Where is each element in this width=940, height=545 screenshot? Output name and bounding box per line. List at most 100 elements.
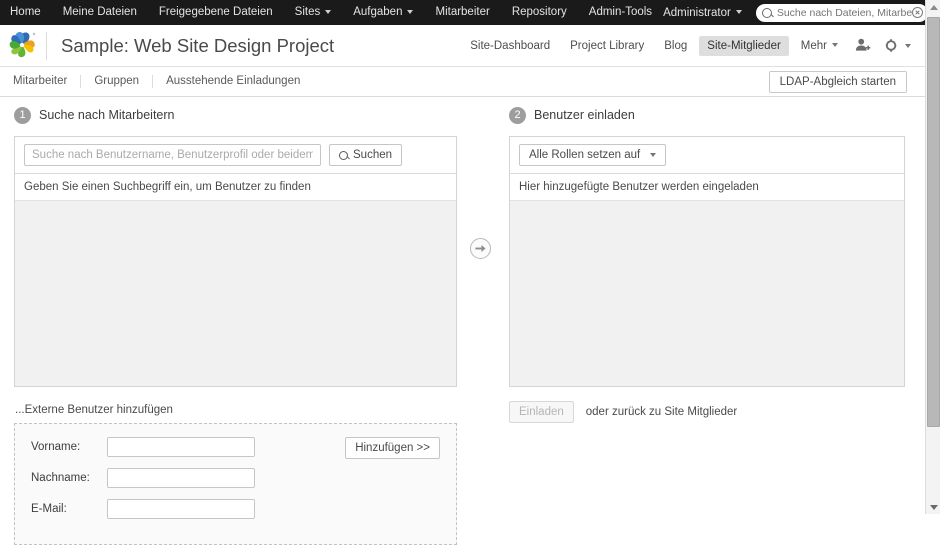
- members-subtab-bar: Mitarbeiter Gruppen Ausstehende Einladun…: [0, 67, 925, 97]
- nav-item-aufgaben[interactable]: Aufgaben: [342, 0, 424, 25]
- nav-item-meine-dateien[interactable]: Meine Dateien: [52, 0, 148, 25]
- external-firstname-input[interactable]: [107, 437, 255, 457]
- global-search-box[interactable]: [756, 4, 928, 22]
- people-search-button[interactable]: Suchen: [329, 144, 402, 166]
- people-search-button-label: Suchen: [353, 149, 392, 161]
- external-firstname-row: Vorname:: [31, 437, 330, 457]
- gear-icon[interactable]: [877, 37, 917, 54]
- banner-divider: [46, 32, 47, 60]
- step2-column: 2 Benutzer einladen Alle Rollen setzen a…: [509, 101, 905, 423]
- external-email-input[interactable]: [107, 499, 255, 519]
- external-users-fields: Vorname: Nachname: E-Mail:: [31, 437, 330, 530]
- nav-item-mitarbeiter-label: Mitarbeiter: [435, 6, 489, 18]
- external-add-button[interactable]: Hinzufügen >>: [345, 437, 440, 459]
- invite-users-panel: Alle Rollen setzen auf Hier hinzugefügte…: [509, 136, 905, 387]
- step1-header: 1 Suche nach Mitarbeitern: [14, 101, 457, 129]
- add-user-svg: [854, 37, 871, 54]
- site-nav-mehr-label: Mehr: [801, 40, 827, 52]
- search-icon: [762, 8, 772, 18]
- nav-item-aufgaben-label: Aufgaben: [353, 6, 402, 18]
- site-nav-blog[interactable]: Blog: [656, 36, 695, 56]
- back-to-site-members-text[interactable]: oder zurück zu Site Mitglieder: [586, 406, 737, 418]
- chevron-down-icon: [407, 10, 413, 14]
- invite-empty-message: Hier hinzugefügte Benutzer werden eingel…: [510, 174, 904, 201]
- scroll-down-icon[interactable]: [926, 500, 940, 514]
- page-title: Sample: Web Site Design Project: [61, 35, 334, 57]
- nav-item-meine-dateien-label: Meine Dateien: [63, 6, 137, 18]
- people-search-input[interactable]: [24, 144, 321, 166]
- external-firstname-label: Vorname:: [31, 441, 107, 453]
- search-people-toolbar: Suchen: [15, 137, 456, 174]
- arrow-right-svg: [474, 242, 487, 255]
- people-results-list: [15, 201, 456, 386]
- nav-item-admin-tools-label: Admin-Tools: [589, 6, 652, 18]
- external-users-title: ...Externe Benutzer hinzufügen: [15, 404, 457, 416]
- invite-button[interactable]: Einladen: [509, 401, 574, 423]
- site-nav-mehr[interactable]: Mehr: [793, 36, 846, 56]
- external-lastname-label: Nachname:: [31, 472, 107, 484]
- invite-actions-row: Einladen oder zurück zu Site Mitglieder: [509, 401, 905, 423]
- nav-item-home-label: Home: [10, 6, 41, 18]
- chevron-down-icon: [325, 10, 331, 14]
- chevron-down-icon: [905, 44, 911, 48]
- subtab-mitarbeiter-label: Mitarbeiter: [13, 75, 67, 87]
- scroll-thumb[interactable]: [927, 17, 940, 427]
- invite-users-toolbar: Alle Rollen setzen auf: [510, 137, 904, 174]
- step1-title: Suche nach Mitarbeitern: [39, 108, 175, 122]
- invite-users-list: [510, 201, 904, 386]
- subtab-ausstehende-einladungen-label: Ausstehende Einladungen: [166, 75, 300, 87]
- set-all-roles-button[interactable]: Alle Rollen setzen auf: [519, 144, 666, 166]
- step2-badge: 2: [509, 107, 526, 124]
- set-all-roles-label: Alle Rollen setzen auf: [529, 149, 640, 161]
- page-scrollbar[interactable]: [925, 0, 940, 514]
- step2-header: 2 Benutzer einladen: [509, 101, 905, 129]
- ldap-sync-button[interactable]: LDAP-Abgleich starten: [769, 71, 907, 93]
- external-lastname-input[interactable]: [107, 468, 255, 488]
- subtab-gruppen[interactable]: Gruppen: [81, 75, 153, 88]
- site-nav-site-dashboard[interactable]: Site-Dashboard: [462, 36, 558, 56]
- external-users-grid: Vorname: Nachname: E-Mail: Hinzufügen >>: [31, 437, 440, 530]
- nav-item-sites[interactable]: Sites: [284, 0, 343, 25]
- nav-item-freigegebene-dateien-label: Freigegebene Dateien: [159, 6, 273, 18]
- alfresco-logo-svg: [7, 31, 39, 61]
- chevron-down-icon: [736, 10, 742, 14]
- alfresco-logo-icon[interactable]: [0, 31, 46, 61]
- site-nav-project-library[interactable]: Project Library: [562, 36, 652, 56]
- scroll-up-triangle: [930, 5, 938, 10]
- clear-icon[interactable]: [912, 7, 923, 18]
- site-nav-site-mitglieder[interactable]: Site-Mitglieder: [699, 36, 789, 56]
- site-nav-site-dashboard-label: Site-Dashboard: [470, 40, 550, 52]
- page-body: 1 Suche nach Mitarbeitern Suchen Geben S…: [0, 97, 925, 514]
- step1-column: 1 Suche nach Mitarbeitern Suchen Geben S…: [14, 101, 457, 545]
- people-search-empty-message: Geben Sie einen Suchbegriff ein, um Benu…: [15, 174, 456, 201]
- search-icon: [339, 151, 348, 160]
- chevron-down-icon: [650, 153, 656, 157]
- site-nav-project-library-label: Project Library: [570, 40, 644, 52]
- chevron-down-icon: [832, 43, 838, 47]
- arrow-right-circle-icon[interactable]: [470, 238, 491, 259]
- scroll-down-triangle: [930, 505, 938, 510]
- external-email-label: E-Mail:: [31, 503, 107, 515]
- scroll-up-icon[interactable]: [926, 0, 940, 14]
- user-menu[interactable]: Administrator: [663, 7, 756, 19]
- user-menu-label: Administrator: [663, 7, 731, 19]
- global-search-input[interactable]: [772, 7, 912, 19]
- nav-item-sites-label: Sites: [295, 6, 321, 18]
- step1-badge: 1: [14, 107, 31, 124]
- add-user-icon[interactable]: [848, 37, 877, 54]
- subtab-mitarbeiter[interactable]: Mitarbeiter: [0, 75, 81, 88]
- nav-item-freigegebene-dateien[interactable]: Freigegebene Dateien: [148, 0, 284, 25]
- nav-item-mitarbeiter[interactable]: Mitarbeiter: [424, 0, 500, 25]
- step2-title: Benutzer einladen: [534, 108, 635, 122]
- subtab-ausstehende-einladungen[interactable]: Ausstehende Einladungen: [153, 75, 313, 88]
- external-users-box: Vorname: Nachname: E-Mail: Hinzufügen >>: [14, 423, 457, 545]
- subtab-gruppen-label: Gruppen: [94, 75, 139, 87]
- external-email-row: E-Mail:: [31, 499, 330, 519]
- global-navigation-bar: Home Meine Dateien Freigegebene Dateien …: [0, 0, 925, 25]
- site-nav-site-mitglieder-label: Site-Mitglieder: [707, 40, 781, 52]
- site-navigation: Site-Dashboard Project Library Blog Site…: [460, 36, 925, 56]
- nav-item-home[interactable]: Home: [0, 0, 52, 25]
- nav-item-repository[interactable]: Repository: [501, 0, 578, 25]
- external-lastname-row: Nachname:: [31, 468, 330, 488]
- nav-item-admin-tools[interactable]: Admin-Tools: [578, 0, 663, 25]
